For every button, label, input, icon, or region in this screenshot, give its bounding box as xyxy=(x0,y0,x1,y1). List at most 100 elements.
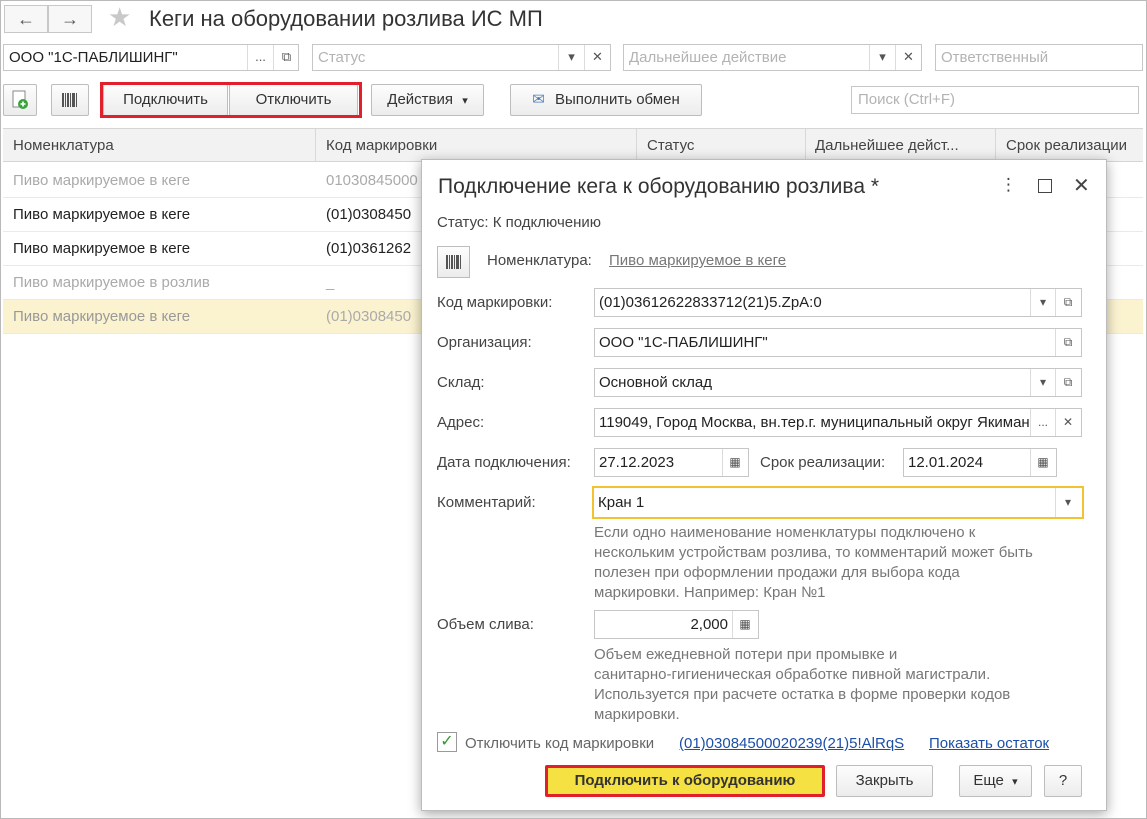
more-options-icon[interactable]: ⋮ xyxy=(1000,175,1017,195)
row-code: (01)0361262 xyxy=(326,240,412,257)
warehouse-label: Склад: xyxy=(437,374,485,391)
column-header[interactable]: Дальнейшее дейст... xyxy=(815,137,959,154)
search-input[interactable]: Поиск (Ctrl+F) xyxy=(851,86,1139,114)
status-text: Статус: К подключению xyxy=(437,214,602,231)
volume-label: Объем слива: xyxy=(437,616,534,633)
help-button[interactable]: ? xyxy=(1044,765,1082,797)
row-nomenclature: Пиво маркируемое в кеге xyxy=(13,308,191,325)
dropdown-arrow-icon[interactable]: ▾ xyxy=(1055,488,1080,517)
exchange-button[interactable]: ✉ Выполнить обмен xyxy=(510,84,702,116)
column-separator[interactable] xyxy=(315,129,316,161)
column-separator[interactable] xyxy=(636,129,637,161)
barcode-icon xyxy=(62,93,77,107)
clear-icon[interactable]: ✕ xyxy=(584,45,610,70)
row-code: _ xyxy=(326,274,335,291)
expiry-date-field[interactable]: 12.01.2024 ▦ xyxy=(903,448,1057,477)
actions-menu-button[interactable]: Действия ▾ xyxy=(371,84,484,116)
dropdown-arrow-icon[interactable]: ▾ xyxy=(558,45,584,70)
scan-barcode-button[interactable] xyxy=(437,246,470,278)
org-value: ООО "1С-ПАБЛИШИНГ" xyxy=(599,334,768,351)
nomenclature-link[interactable]: Пиво маркируемое в кеге xyxy=(609,252,786,269)
column-header[interactable]: Код маркировки xyxy=(326,137,437,154)
back-button[interactable]: ← xyxy=(4,5,48,33)
calendar-icon[interactable]: ▦ xyxy=(722,449,747,476)
organization-filter[interactable]: ООО "1С-ПАБЛИШИНГ" ... ⧉ xyxy=(3,44,299,71)
warehouse-field[interactable]: Основной склад ▾ ⧉ xyxy=(594,368,1082,397)
column-separator[interactable] xyxy=(995,129,996,161)
volume-field[interactable]: 2,000 ▦ xyxy=(594,610,759,639)
connect-disconnect-highlight xyxy=(100,82,362,118)
responsible-filter-placeholder: Ответственный xyxy=(941,49,1049,66)
row-nomenclature: Пиво маркируемое в кеге xyxy=(13,172,191,189)
conn-date-value: 27.12.2023 xyxy=(599,454,675,471)
nomenclature-label: Номенклатура: xyxy=(487,252,592,269)
dropdown-arrow-icon[interactable]: ▾ xyxy=(1030,289,1055,316)
next-action-filter[interactable]: Дальнейшее действие ▾ ✕ xyxy=(623,44,922,71)
column-header[interactable]: Номенклатура xyxy=(13,137,114,154)
chevron-down-icon: ▾ xyxy=(1012,776,1018,788)
comment-value: Кран 1 xyxy=(598,494,645,511)
clear-icon[interactable]: ✕ xyxy=(1055,409,1080,436)
comment-field[interactable]: Кран 1 ▾ xyxy=(592,486,1084,519)
next-action-filter-placeholder: Дальнейшее действие xyxy=(629,49,787,66)
show-remainder-link[interactable]: Показать остаток xyxy=(929,735,1049,752)
column-header[interactable]: Срок реализации xyxy=(1006,137,1127,154)
select-dots-icon[interactable]: ... xyxy=(247,45,273,70)
more-button[interactable]: Еще ▾ xyxy=(959,765,1032,797)
create-button[interactable] xyxy=(3,84,37,116)
code-label: Код маркировки: xyxy=(437,294,553,311)
code-field[interactable]: (01)03612622833712(21)5.ZpA:0 ▾ ⧉ xyxy=(594,288,1082,317)
actions-label: Действия xyxy=(387,91,454,108)
warehouse-value: Основной склад xyxy=(599,374,713,391)
conn-date-field[interactable]: 27.12.2023 ▦ xyxy=(594,448,749,477)
dropdown-arrow-icon[interactable]: ▾ xyxy=(869,45,895,70)
organization-field[interactable]: ООО "1С-ПАБЛИШИНГ" ⧉ xyxy=(594,328,1082,357)
column-separator[interactable] xyxy=(805,129,806,161)
status-filter[interactable]: Статус ▾ ✕ xyxy=(312,44,611,71)
connect-keg-dialog: Подключение кега к оборудованию розлива … xyxy=(421,159,1107,811)
open-form-icon[interactable]: ⧉ xyxy=(1055,329,1080,356)
dialog-title: Подключение кега к оборудованию розлива … xyxy=(438,175,880,198)
page-title: Кеги на оборудовании розлива ИС МП xyxy=(149,6,543,31)
calculator-icon[interactable]: ▦ xyxy=(732,611,757,638)
expiry-label: Срок реализации: xyxy=(760,454,886,471)
comment-label: Комментарий: xyxy=(437,494,536,511)
scan-barcode-button[interactable] xyxy=(51,84,89,116)
maximize-icon[interactable] xyxy=(1038,179,1052,193)
column-header[interactable]: Статус xyxy=(647,137,694,154)
clear-icon[interactable]: ✕ xyxy=(895,45,921,70)
open-form-icon[interactable]: ⧉ xyxy=(1055,289,1080,316)
favorite-star-icon[interactable]: ★ xyxy=(108,2,131,33)
address-value: 119049, Город Москва, вн.тер.г. муниципа… xyxy=(599,414,1029,431)
table-header: Номенклатура Код маркировки Статус Дальн… xyxy=(3,128,1143,162)
forward-button[interactable]: → xyxy=(48,5,92,33)
status-filter-placeholder: Статус xyxy=(318,49,366,66)
volume-value: 2,000 xyxy=(690,616,728,633)
disconnect-code-label: Отключить код маркировки xyxy=(465,735,655,752)
disconnect-code-link[interactable]: (01)03084500020239(21)5!AlRqS xyxy=(679,735,904,752)
row-code: (01)0308450 xyxy=(326,308,412,325)
code-value: (01)03612622833712(21)5.ZpA:0 xyxy=(599,294,822,311)
disconnect-code-checkbox[interactable]: ✓ xyxy=(437,732,457,752)
barcode-icon xyxy=(446,255,461,269)
open-form-icon[interactable]: ⧉ xyxy=(273,45,299,70)
row-code: (01)0308450 xyxy=(326,206,412,223)
row-nomenclature: Пиво маркируемое в розлив xyxy=(13,274,210,291)
select-dots-icon[interactable]: ... xyxy=(1030,409,1055,436)
dropdown-arrow-icon[interactable]: ▾ xyxy=(1030,369,1055,396)
calendar-icon[interactable]: ▦ xyxy=(1030,449,1055,476)
open-form-icon[interactable]: ⧉ xyxy=(1055,369,1080,396)
address-label: Адрес: xyxy=(437,414,485,431)
comment-hint: Если одно наименование номенклатуры подк… xyxy=(594,524,1033,601)
close-icon[interactable]: ✕ xyxy=(1073,173,1090,198)
responsible-filter[interactable]: Ответственный xyxy=(935,44,1143,71)
connect-to-equipment-button[interactable]: Подключить к оборудованию xyxy=(545,765,825,797)
org-label: Организация: xyxy=(437,334,532,351)
row-nomenclature: Пиво маркируемое в кеге xyxy=(13,206,191,223)
create-document-icon xyxy=(12,90,28,109)
conn-date-label: Дата подключения: xyxy=(437,454,571,471)
chevron-down-icon: ▾ xyxy=(462,95,468,107)
expiry-date-value: 12.01.2024 xyxy=(908,454,984,471)
close-button[interactable]: Закрыть xyxy=(836,765,933,797)
address-field[interactable]: 119049, Город Москва, вн.тер.г. муниципа… xyxy=(594,408,1082,437)
